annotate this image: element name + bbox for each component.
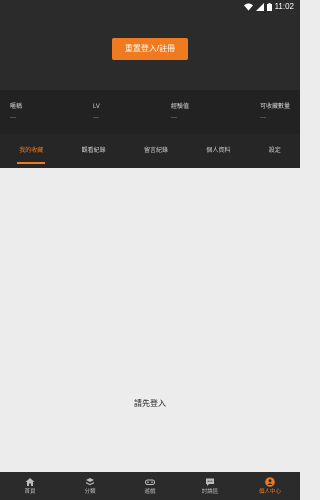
nav-label: 討論區 <box>201 488 219 495</box>
stat-value: — <box>93 114 100 121</box>
signal-icon <box>255 3 264 11</box>
stat-label: 經驗值 <box>170 103 189 110</box>
nav-item-forum[interactable]: 討論區 <box>185 472 235 500</box>
stat-value: — <box>10 114 16 121</box>
stat-experience: 經驗值 — <box>171 90 189 134</box>
nav-item-games[interactable]: 遊戲 <box>125 472 175 500</box>
stat-value: — <box>170 114 177 121</box>
stat-level: LV — <box>93 90 100 134</box>
tab-profile[interactable]: 個人資料 <box>204 134 232 168</box>
nav-item-category[interactable]: 分類 <box>65 472 115 500</box>
stat-favorites-capacity: 可收藏數量 — <box>260 90 290 134</box>
profile-header: 重置登入/註冊 <box>0 14 300 90</box>
stat-value: — <box>259 114 266 121</box>
tab-settings[interactable]: 設定 <box>267 134 283 168</box>
nav-item-profile[interactable]: 個人中心 <box>245 472 295 500</box>
wifi-icon <box>243 3 253 11</box>
profile-tabs: 我的收藏 觀看紀錄 留言紀錄 個人資料 設定 <box>0 134 300 168</box>
status-time: 11:02 <box>274 2 294 11</box>
category-icon <box>86 477 94 485</box>
user-icon <box>265 476 275 487</box>
tab-comment-history[interactable]: 留言紀錄 <box>142 134 170 168</box>
login-prompt-message: 請先登入 <box>134 399 166 408</box>
nav-label: 個人中心 <box>258 488 281 495</box>
stat-label: 可收藏數量 <box>259 103 290 110</box>
nav-label: 分類 <box>84 488 96 495</box>
stat-label: 暱稱 <box>10 103 23 110</box>
stats-bar: 暱稱 — LV — 經驗值 — 可收藏數量 — <box>0 90 300 134</box>
tab-favorites[interactable]: 我的收藏 <box>17 134 46 168</box>
nav-label: 首頁 <box>24 488 36 495</box>
status-icons: 11:02 <box>243 2 294 12</box>
login-register-button[interactable]: 重置登入/註冊 <box>112 38 188 60</box>
stat-nickname: 暱稱 — <box>10 90 22 134</box>
tab-watch-history[interactable]: 觀看紀錄 <box>80 134 108 168</box>
status-bar: 11:02 <box>0 0 300 14</box>
home-icon <box>25 477 35 486</box>
chat-icon <box>206 478 214 486</box>
gamepad-icon <box>145 479 155 485</box>
nav-label: 遊戲 <box>144 488 156 495</box>
battery-icon <box>266 3 272 11</box>
bottom-nav: 首頁 分類 遊戲 討論區 個人中心 <box>0 472 300 500</box>
tab-content: 請先登入 <box>0 168 300 472</box>
nav-item-home[interactable]: 首頁 <box>5 472 55 500</box>
stat-label: LV <box>93 103 100 110</box>
